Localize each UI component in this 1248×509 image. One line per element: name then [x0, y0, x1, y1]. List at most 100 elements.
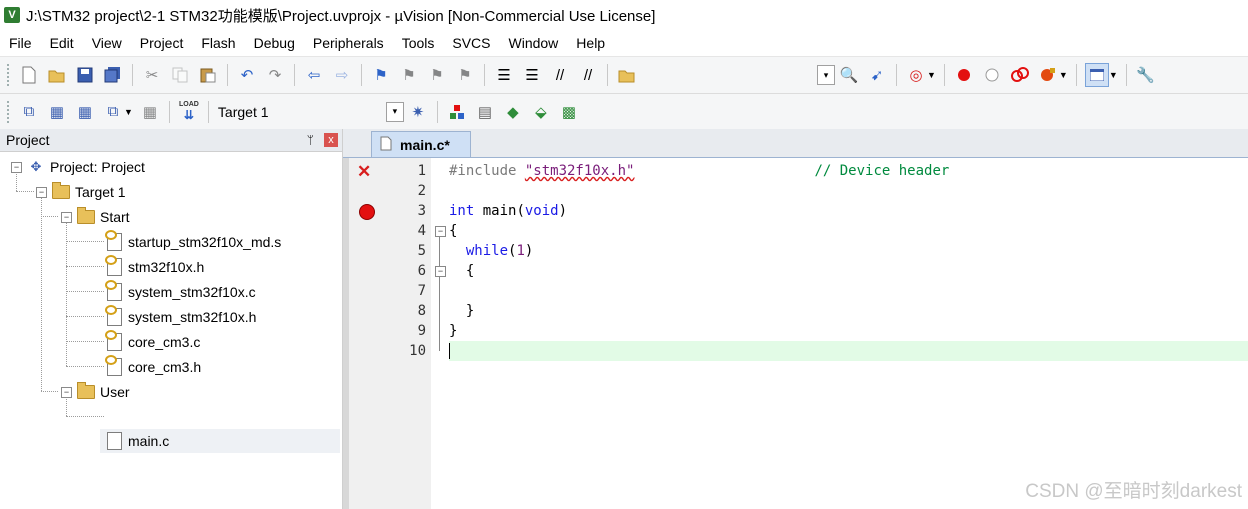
tree-item-label: Project: Project — [50, 159, 145, 175]
menu-view[interactable]: View — [83, 35, 131, 51]
tree-group-start[interactable]: − Start — [61, 205, 130, 229]
menu-edit[interactable]: Edit — [41, 35, 83, 51]
find-in-files-icon[interactable] — [616, 64, 638, 86]
cut-icon[interactable]: ✂ — [141, 64, 163, 86]
collapse-icon[interactable]: − — [61, 211, 72, 223]
line-number: 7 — [417, 283, 426, 299]
code-token: } — [465, 303, 475, 319]
tree-file-item[interactable]: system_stm32f10x.h — [104, 305, 256, 329]
translate-icon[interactable]: ⧉ — [18, 101, 40, 123]
menu-debug[interactable]: Debug — [245, 35, 304, 51]
tree-target-node[interactable]: − Target 1 — [36, 180, 126, 204]
rebuild-icon[interactable]: ▦ — [74, 101, 96, 123]
project-panel-title: Project — [6, 132, 50, 148]
error-marker-icon[interactable]: ✕ — [357, 162, 371, 182]
breakpoint-marker-icon[interactable] — [359, 204, 375, 220]
tab-main-c[interactable]: main.c* — [371, 131, 471, 157]
download-load-icon[interactable]: LOAD ⇊ — [178, 101, 200, 123]
fold-collapse-icon[interactable]: − — [435, 226, 446, 237]
collapse-icon[interactable]: − — [61, 386, 72, 398]
preprocessor-token: #include — [449, 163, 525, 179]
breakpoint-all-icon[interactable] — [1037, 64, 1059, 86]
new-file-icon[interactable] — [18, 64, 40, 86]
options-for-target-icon[interactable]: ✷ — [407, 101, 429, 123]
incremental-find-icon[interactable]: ➹ — [866, 64, 888, 86]
code-editor[interactable]: #include "stm32f10x.h" // Device header i… — [449, 158, 1248, 509]
find-icon[interactable]: 🔍 — [838, 64, 860, 86]
nav-forward-icon[interactable]: ⇨ — [331, 64, 353, 86]
stop-build-icon[interactable]: ▦ — [139, 101, 161, 123]
menu-window[interactable]: Window — [500, 35, 568, 51]
chevron-down-icon[interactable]: ▼ — [124, 107, 133, 117]
code-line: int main(void) — [449, 201, 1248, 221]
copy-icon[interactable] — [169, 64, 191, 86]
file-toolbar: ✂ ↶ ↷ ⇦ ⇨ ⚑ ⚑ ⚑ ⚑ ☰ ☰ // // ▾ 🔍 ➹ ◎ ▼ ▼ … — [0, 57, 1248, 94]
bookmark-next-icon[interactable]: ⚑ — [426, 64, 448, 86]
target-select[interactable]: Target 1 ▾ — [218, 101, 404, 123]
editor-area: main.c* ✕ 1 2 3 4 5 6 7 8 9 10 − − #incl… — [343, 129, 1248, 509]
open-icon[interactable] — [46, 64, 68, 86]
tree-project-node[interactable]: − ✥ Project: Project — [11, 155, 145, 179]
chevron-down-icon[interactable]: ▼ — [1109, 70, 1118, 80]
undo-icon[interactable]: ↶ — [236, 64, 258, 86]
chevron-down-icon[interactable]: ▼ — [927, 70, 936, 80]
manage-project-items-icon[interactable] — [446, 101, 468, 123]
tree-file-item[interactable]: stm32f10x.h — [104, 255, 204, 279]
unindent-icon[interactable]: ☰ — [521, 64, 543, 86]
configure-icon[interactable]: 🔧 — [1135, 64, 1157, 86]
menu-flash[interactable]: Flash — [192, 35, 244, 51]
pack-installer-icon[interactable]: ⬙ — [530, 101, 552, 123]
breakpoint-icon[interactable] — [953, 64, 975, 86]
tree-file-item[interactable]: core_cm3.c — [104, 330, 201, 354]
toolbar-grip[interactable] — [6, 99, 10, 124]
select-packs-icon[interactable]: ▤ — [474, 101, 496, 123]
save-all-icon[interactable] — [102, 64, 124, 86]
tree-file-item-selected[interactable]: main.c — [105, 429, 169, 453]
pin-icon[interactable]: ᛘ — [307, 133, 314, 147]
uncomment-icon[interactable]: // — [577, 64, 599, 86]
tree-item-label: Target 1 — [75, 184, 126, 200]
tree-file-item[interactable]: startup_stm32f10x_md.s — [104, 230, 281, 254]
line-number: 10 — [409, 343, 426, 359]
event-recorder-icon[interactable]: ▩ — [558, 101, 580, 123]
manage-rte-icon[interactable]: ◆ — [502, 101, 524, 123]
bookmark-clear-icon[interactable]: ⚑ — [454, 64, 476, 86]
build-icon[interactable]: ▦ — [46, 101, 68, 123]
breakpoint-disable-icon[interactable] — [981, 64, 1003, 86]
source-file-icon — [104, 330, 123, 351]
collapse-icon[interactable]: − — [11, 161, 22, 173]
text-caret — [449, 343, 450, 359]
breakpoint-kill-icon[interactable] — [1009, 64, 1031, 86]
redo-icon[interactable]: ↷ — [264, 64, 286, 86]
chevron-down-icon[interactable]: ▼ — [1059, 70, 1068, 80]
window-layout-icon[interactable] — [1084, 63, 1109, 87]
batch-build-icon[interactable]: ⧉ — [102, 101, 124, 123]
comment-icon[interactable]: // — [549, 64, 571, 86]
find-combo-dropdown[interactable]: ▾ — [817, 65, 835, 85]
nav-back-icon[interactable]: ⇦ — [303, 64, 325, 86]
keyword-token: int — [449, 203, 475, 219]
fold-collapse-icon[interactable]: − — [435, 266, 446, 277]
debug-session-icon[interactable]: ◎ — [905, 64, 927, 86]
menu-project[interactable]: Project — [131, 35, 193, 51]
menu-tools[interactable]: Tools — [393, 35, 444, 51]
paste-icon[interactable] — [197, 64, 219, 86]
menu-help[interactable]: Help — [567, 35, 614, 51]
menu-svcs[interactable]: SVCS — [443, 35, 499, 51]
bookmark-prev-icon[interactable]: ⚑ — [398, 64, 420, 86]
menu-peripherals[interactable]: Peripherals — [304, 35, 393, 51]
tree-file-item[interactable]: core_cm3.h — [104, 355, 201, 379]
code-token: } — [449, 323, 458, 339]
menu-file[interactable]: File — [0, 35, 41, 51]
line-gutter[interactable]: ✕ 1 2 3 4 5 6 7 8 9 10 — [343, 158, 431, 509]
close-icon[interactable]: x — [324, 133, 338, 147]
tree-group-user[interactable]: − User — [61, 380, 130, 404]
save-icon[interactable] — [74, 64, 96, 86]
indent-icon[interactable]: ☰ — [493, 64, 515, 86]
toolbar-grip[interactable] — [6, 63, 10, 87]
collapse-icon[interactable]: − — [36, 186, 47, 198]
tree-file-item[interactable]: system_stm32f10x.c — [104, 280, 256, 304]
bookmark-icon[interactable]: ⚑ — [370, 64, 392, 86]
tree-item-label: core_cm3.c — [128, 334, 201, 350]
chevron-down-icon[interactable]: ▾ — [385, 101, 404, 122]
